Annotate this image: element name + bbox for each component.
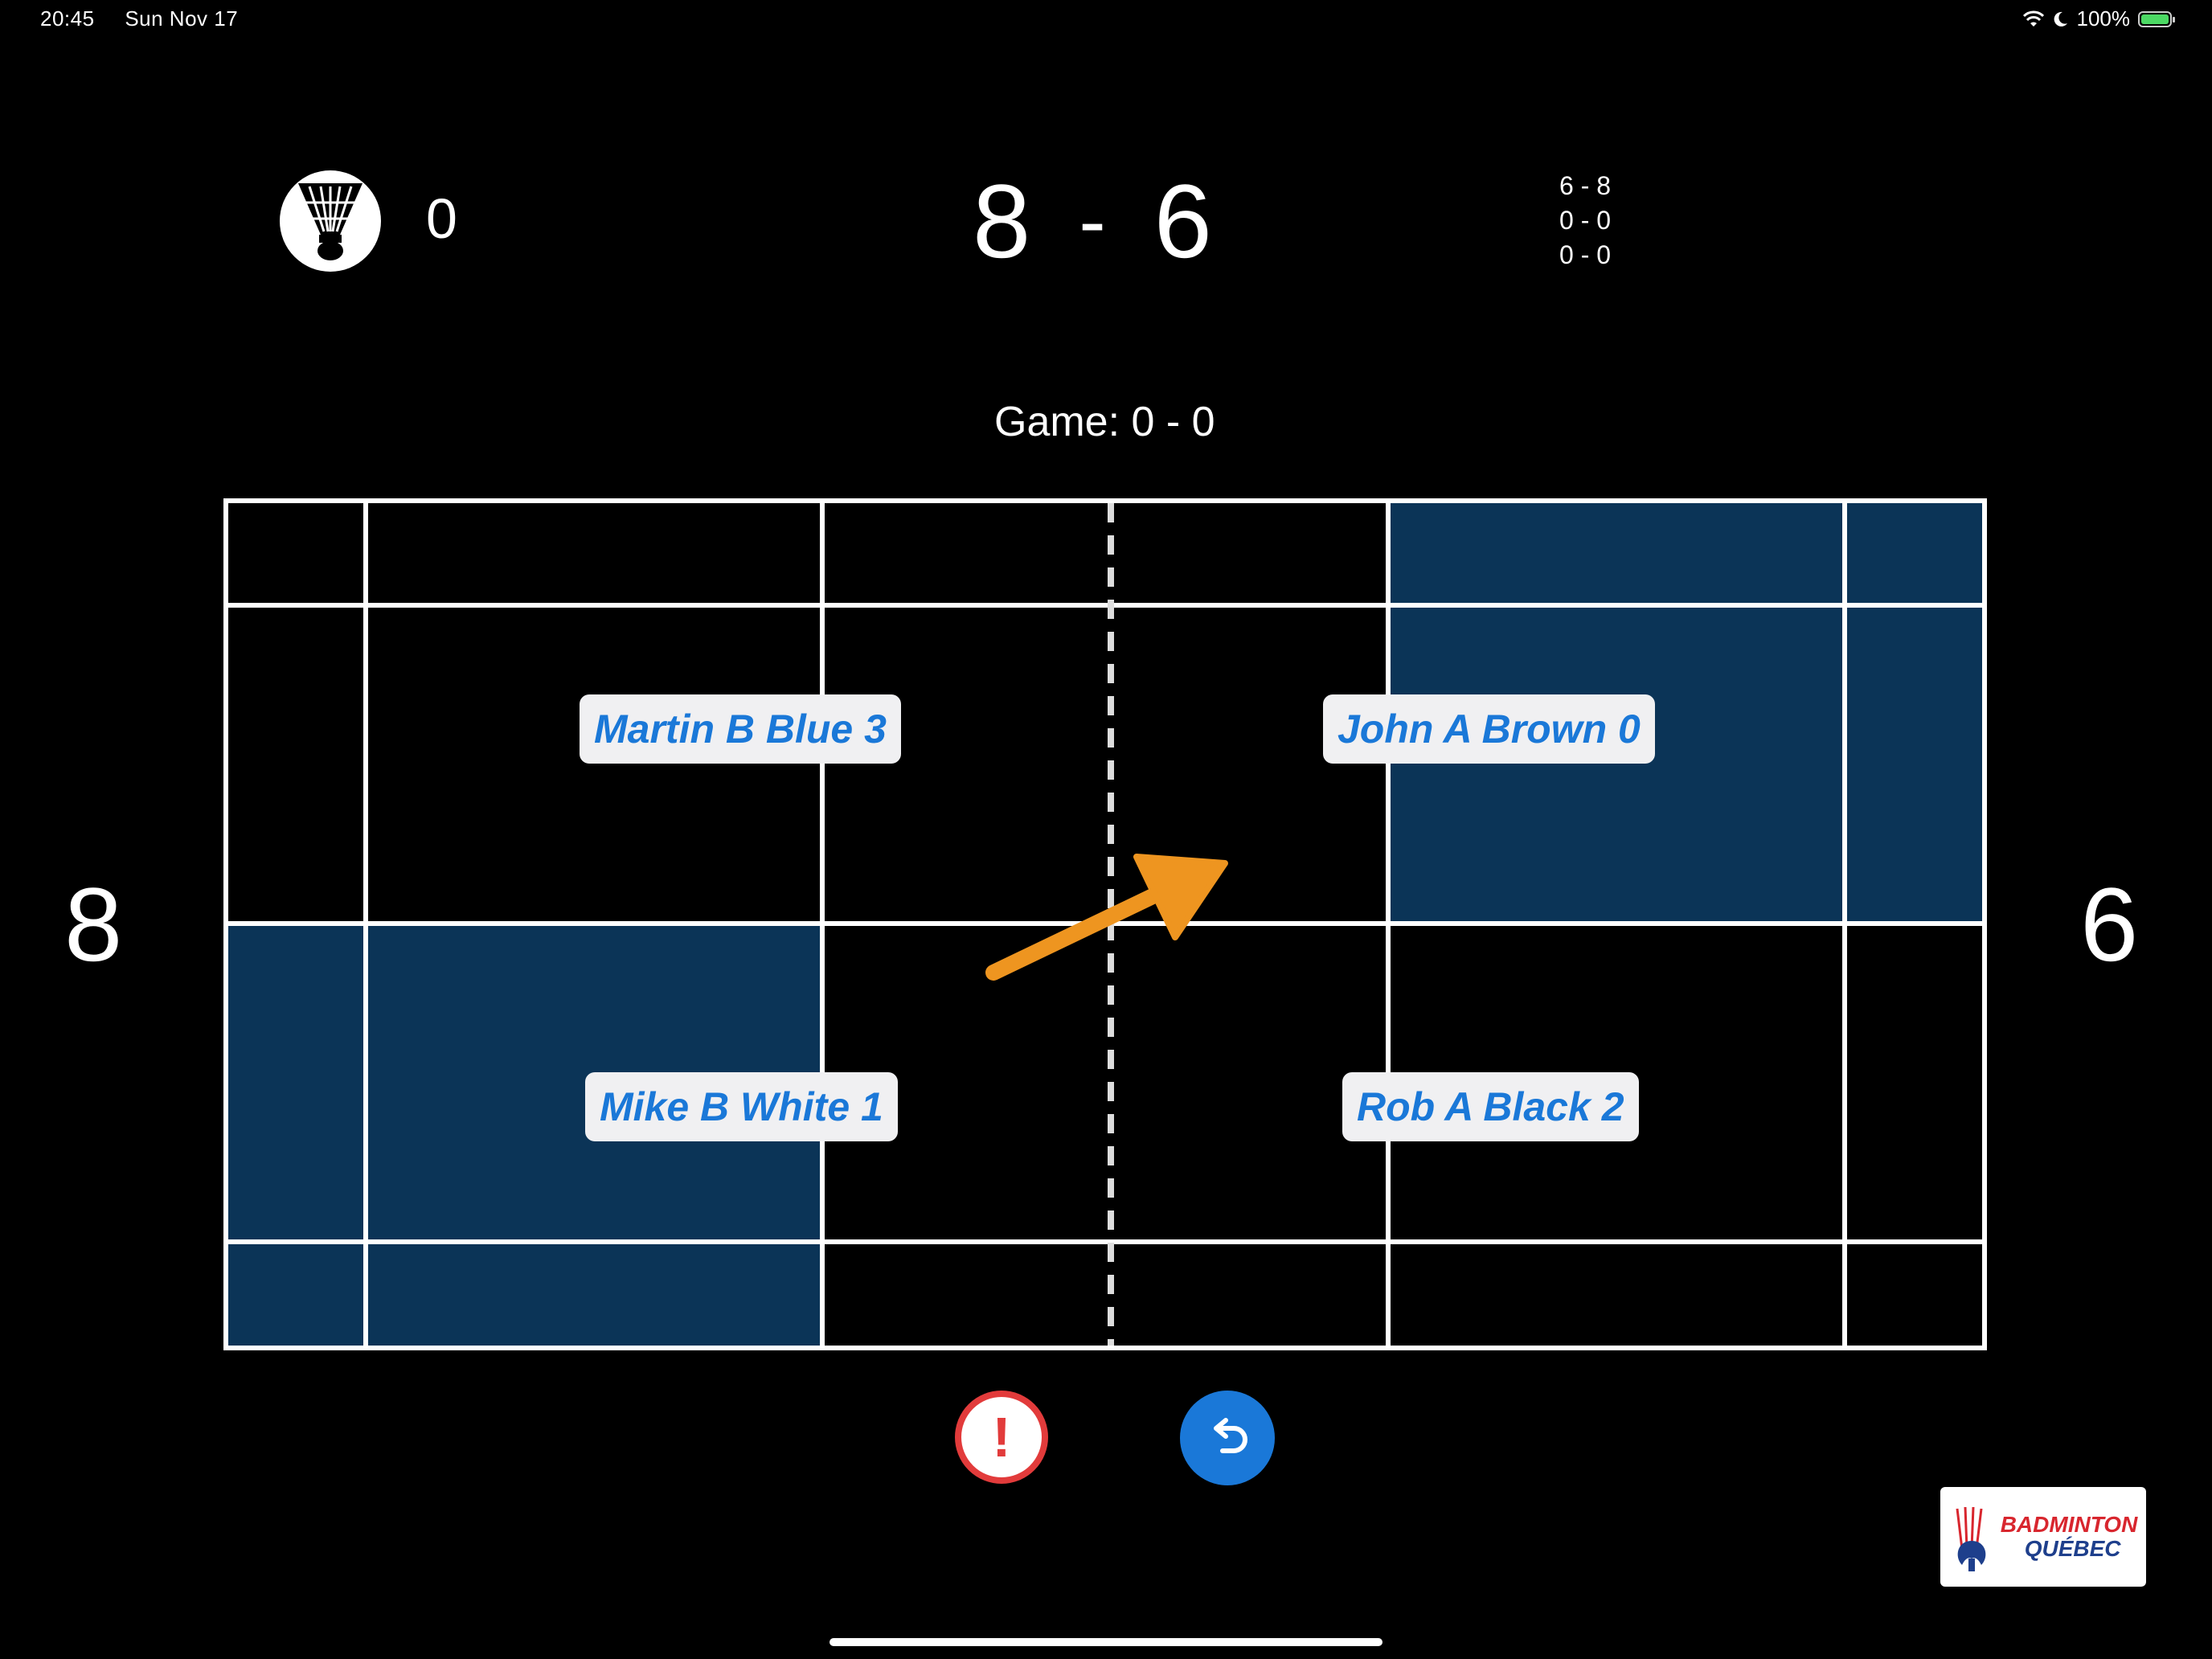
badminton-quebec-logo: BADMINTON QUÉBEC — [1940, 1487, 2146, 1587]
main-score: 8 - 6 — [973, 161, 1212, 281]
side-score-right: 6 — [2080, 866, 2139, 983]
logo-line-2: QUÉBEC — [2024, 1536, 2121, 1561]
status-bar-left: 20:45 Sun Nov 17 — [40, 6, 262, 31]
exclamation-icon: ! — [992, 1406, 1011, 1469]
set-score-2: 0 - 0 — [1559, 206, 1612, 235]
player-label-top-right[interactable]: John A Brown 0 — [1323, 694, 1655, 764]
side-score-left: 8 — [64, 866, 123, 983]
badminton-court[interactable]: Martin B Blue 3 Mike B White 1 John A Br… — [223, 498, 1987, 1350]
shuttlecock-icon — [298, 183, 363, 260]
main-score-right: 6 — [1153, 162, 1212, 280]
main-score-dash: - — [1079, 175, 1106, 266]
moon-icon — [2054, 11, 2067, 27]
status-time: 20:45 — [40, 6, 95, 31]
player-label-bottom-left[interactable]: Mike B White 1 — [585, 1072, 898, 1141]
status-date: Sun Nov 17 — [125, 6, 239, 31]
fleur-de-lis-shuttle-icon — [1956, 1506, 1986, 1571]
shuttle-count: 0 — [426, 187, 457, 250]
set-scores-list: 6 - 8 0 - 0 0 - 0 — [1559, 169, 1611, 272]
set-score-3: 0 - 0 — [1559, 240, 1612, 269]
battery-charging-icon — [2138, 10, 2175, 27]
set-score-1: 6 - 8 — [1559, 171, 1612, 200]
player-label-bottom-right[interactable]: Rob A Black 2 — [1342, 1072, 1639, 1141]
player-label-top-left[interactable]: Martin B Blue 3 — [580, 694, 901, 764]
main-score-left: 8 — [973, 162, 1031, 280]
fault-alert-button[interactable]: ! — [955, 1391, 1048, 1484]
home-indicator[interactable] — [830, 1638, 1382, 1646]
serving-shuttle-badge — [280, 170, 381, 272]
wifi-icon — [2022, 10, 2044, 27]
serve-direction-arrow-icon — [985, 854, 1228, 981]
logo-line-1: BADMINTON — [2000, 1512, 2138, 1537]
game-score-label: Game: 0 - 0 — [994, 399, 1215, 445]
battery-percent: 100% — [2076, 6, 2131, 31]
undo-button[interactable] — [1180, 1391, 1275, 1485]
undo-arrow-icon — [1214, 1418, 1247, 1453]
status-bar-right: 100% — [2022, 6, 2175, 31]
logo-text: BADMINTON QUÉBEC — [2001, 1513, 2138, 1561]
